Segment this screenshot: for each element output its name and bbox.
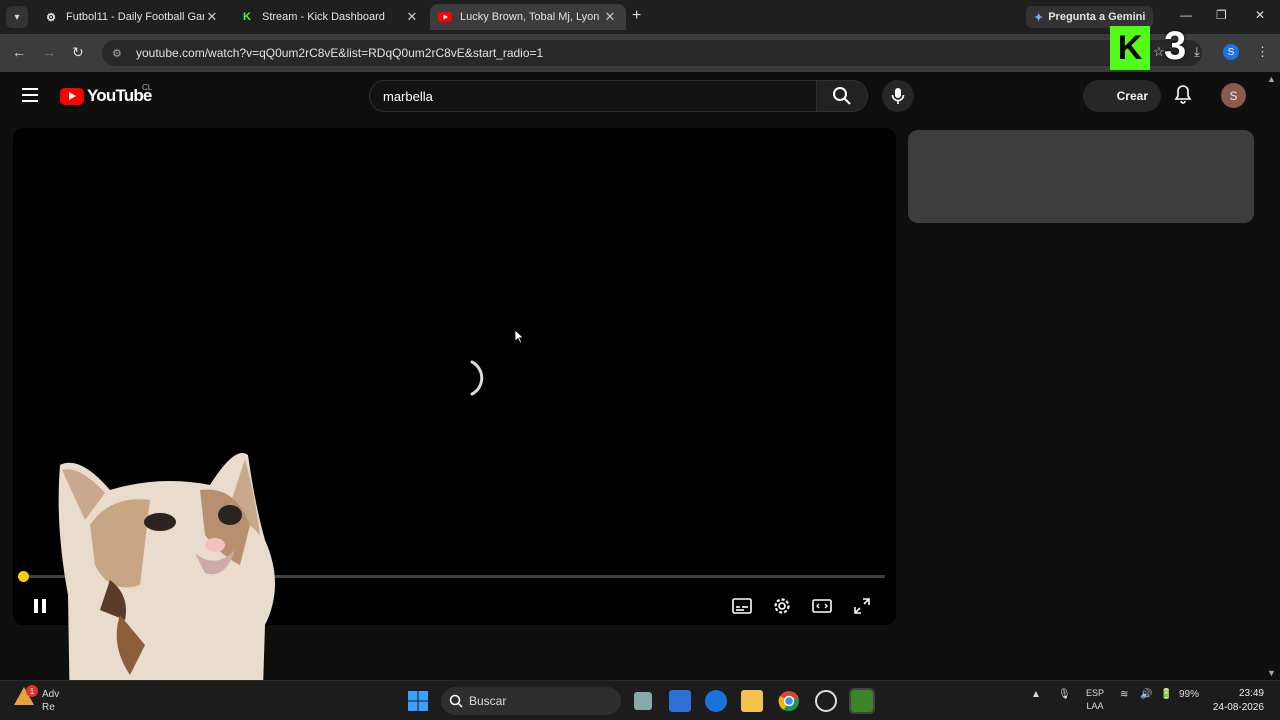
browser-menu-icon[interactable]: ⋮	[1256, 44, 1269, 60]
gemini-button[interactable]: ✦ Pregunta a Gemini	[1026, 6, 1154, 28]
site-info-icon[interactable]: ⚙	[112, 47, 128, 60]
tab-youtube-video[interactable]: Lucky Brown, Tobal Mj, Lyon la ✕	[430, 4, 626, 30]
notice-count-badge: 1	[26, 685, 38, 697]
kick-icon: K	[243, 11, 251, 23]
notice-text: Adv	[42, 689, 60, 700]
clock[interactable]: 23:49 24-08-2026	[1206, 687, 1264, 715]
search-input[interactable]: marbella	[369, 80, 816, 112]
youtube-header: YouTube CL marbella Crear S	[0, 72, 1280, 122]
restore-button[interactable]: ❐	[1216, 8, 1227, 22]
file-explorer-icon[interactable]	[741, 690, 763, 712]
kick-logo-icon: K	[1110, 26, 1150, 70]
language-indicator[interactable]: ESP LAA	[1086, 687, 1104, 713]
minecraft-icon[interactable]	[849, 688, 875, 714]
minimize-button[interactable]: —	[1180, 8, 1192, 22]
wifi-icon[interactable]: ≋	[1120, 689, 1128, 700]
task-view-icon[interactable]	[634, 692, 652, 710]
notice-subtext: Re	[42, 702, 55, 713]
fullscreen-icon	[854, 598, 870, 614]
new-tab-button[interactable]: +	[632, 7, 641, 25]
account-avatar[interactable]: S	[1221, 83, 1246, 108]
back-button[interactable]: ←	[12, 44, 26, 60]
gear-icon	[774, 598, 790, 614]
outlook-icon[interactable]	[705, 690, 727, 712]
store-icon[interactable]	[669, 690, 691, 712]
battery-icon[interactable]: 🔋	[1160, 689, 1172, 700]
gemini-label: Pregunta a Gemini	[1048, 11, 1146, 23]
create-label: Crear	[1116, 89, 1148, 103]
browser-toolbar: ← → ↻ ⚙ youtube.com/watch?v=qQ0um2rC8vE&…	[0, 34, 1280, 72]
taskbar-search-placeholder: Buscar	[469, 694, 507, 708]
futbol11-icon: ⚙	[46, 11, 56, 24]
microphone-icon	[891, 88, 905, 104]
keyboard-layout: LAA	[1086, 701, 1104, 711]
reload-button[interactable]: ↻	[72, 44, 84, 61]
windows-taskbar: 1 Adv Re Buscar ▲ 🎙 ESP LAA ≋ 🔊 🔋 99% 23…	[0, 680, 1280, 720]
search-icon	[833, 87, 851, 105]
pause-icon	[34, 599, 46, 613]
menu-icon[interactable]	[22, 88, 38, 106]
search-button[interactable]	[816, 80, 868, 112]
battery-percent: 99%	[1179, 689, 1200, 700]
address-bar[interactable]: ⚙ youtube.com/watch?v=qQ0um2rC8vE&list=R…	[102, 40, 1202, 66]
close-tab-icon[interactable]: ✕	[204, 9, 220, 25]
scroll-up-arrow[interactable]: ▲	[1267, 74, 1276, 84]
subtitles-button[interactable]	[728, 592, 756, 620]
clock-time: 23:49	[1238, 688, 1264, 699]
close-window-button[interactable]: ✕	[1255, 8, 1265, 22]
download-icon[interactable]: ⤓	[1194, 44, 1200, 60]
volume-icon[interactable]: 🔊	[1140, 689, 1152, 700]
tab-title: Lucky Brown, Tobal Mj, Lyon la	[460, 11, 602, 23]
tab-title: Futbol11 - Daily Football Game	[66, 11, 204, 23]
settings-button[interactable]	[768, 592, 796, 620]
obs-icon[interactable]	[815, 690, 837, 712]
youtube-icon	[438, 10, 452, 24]
show-hidden-icons[interactable]: ▲	[1031, 689, 1041, 700]
microphone-tray-icon[interactable]: 🎙	[1058, 689, 1071, 700]
gemini-icon: ✦	[1034, 11, 1044, 24]
notifications-button[interactable]	[1174, 84, 1192, 109]
browser-tab-strip: ▾ ⚙ Futbol11 - Daily Football Game ✕ K S…	[0, 0, 1280, 34]
search-icon	[449, 694, 463, 708]
language-code: ESP	[1086, 688, 1105, 698]
theater-mode-button[interactable]	[808, 592, 836, 620]
create-button[interactable]: Crear	[1083, 80, 1161, 112]
search-value: marbella	[383, 88, 433, 104]
scrubber-handle[interactable]	[18, 571, 29, 582]
chrome-icon[interactable]	[778, 690, 800, 712]
youtube-logo[interactable]: YouTube CL	[60, 83, 153, 106]
bookmark-star-icon[interactable]: ☆	[1153, 44, 1165, 60]
tab-search-button[interactable]: ▾	[6, 6, 28, 28]
url-text: youtube.com/watch?v=qQ0um2rC8vE&list=RDq…	[136, 46, 544, 60]
windows-start-icon[interactable]	[407, 690, 429, 712]
subtitles-icon	[732, 598, 752, 614]
tab-title: Stream - Kick Dashboard	[262, 11, 385, 23]
tab-futbol11[interactable]: ⚙ Futbol11 - Daily Football Game ✕	[36, 4, 228, 30]
kick-overlay-logo: K 3	[1110, 24, 1194, 70]
mouse-cursor-icon	[515, 330, 525, 344]
voice-search-button[interactable]	[882, 80, 914, 112]
youtube-play-icon	[60, 87, 84, 105]
fullscreen-button[interactable]	[848, 592, 876, 620]
cat-overlay-image	[58, 453, 275, 720]
theater-mode-icon	[812, 599, 832, 613]
sidebar-placeholder	[908, 130, 1254, 223]
close-tab-icon[interactable]: ✕	[602, 9, 618, 25]
taskbar-search-input[interactable]: Buscar	[441, 687, 621, 715]
loading-spinner-icon	[470, 360, 484, 396]
country-code: CL	[142, 83, 153, 92]
browser-profile-avatar[interactable]: S	[1223, 44, 1239, 60]
overlay-badge: 3	[1164, 24, 1187, 68]
bell-icon	[1174, 85, 1192, 104]
close-tab-icon[interactable]: ✕	[404, 9, 420, 25]
clock-date: 24-08-2026	[1212, 702, 1264, 713]
notice-widget[interactable]: 1 Adv Re	[14, 685, 59, 713]
tab-kick-dashboard[interactable]: K Stream - Kick Dashboard ✕	[232, 4, 428, 30]
forward-button[interactable]: →	[42, 44, 56, 60]
scroll-down-arrow[interactable]: ▼	[1267, 668, 1276, 678]
